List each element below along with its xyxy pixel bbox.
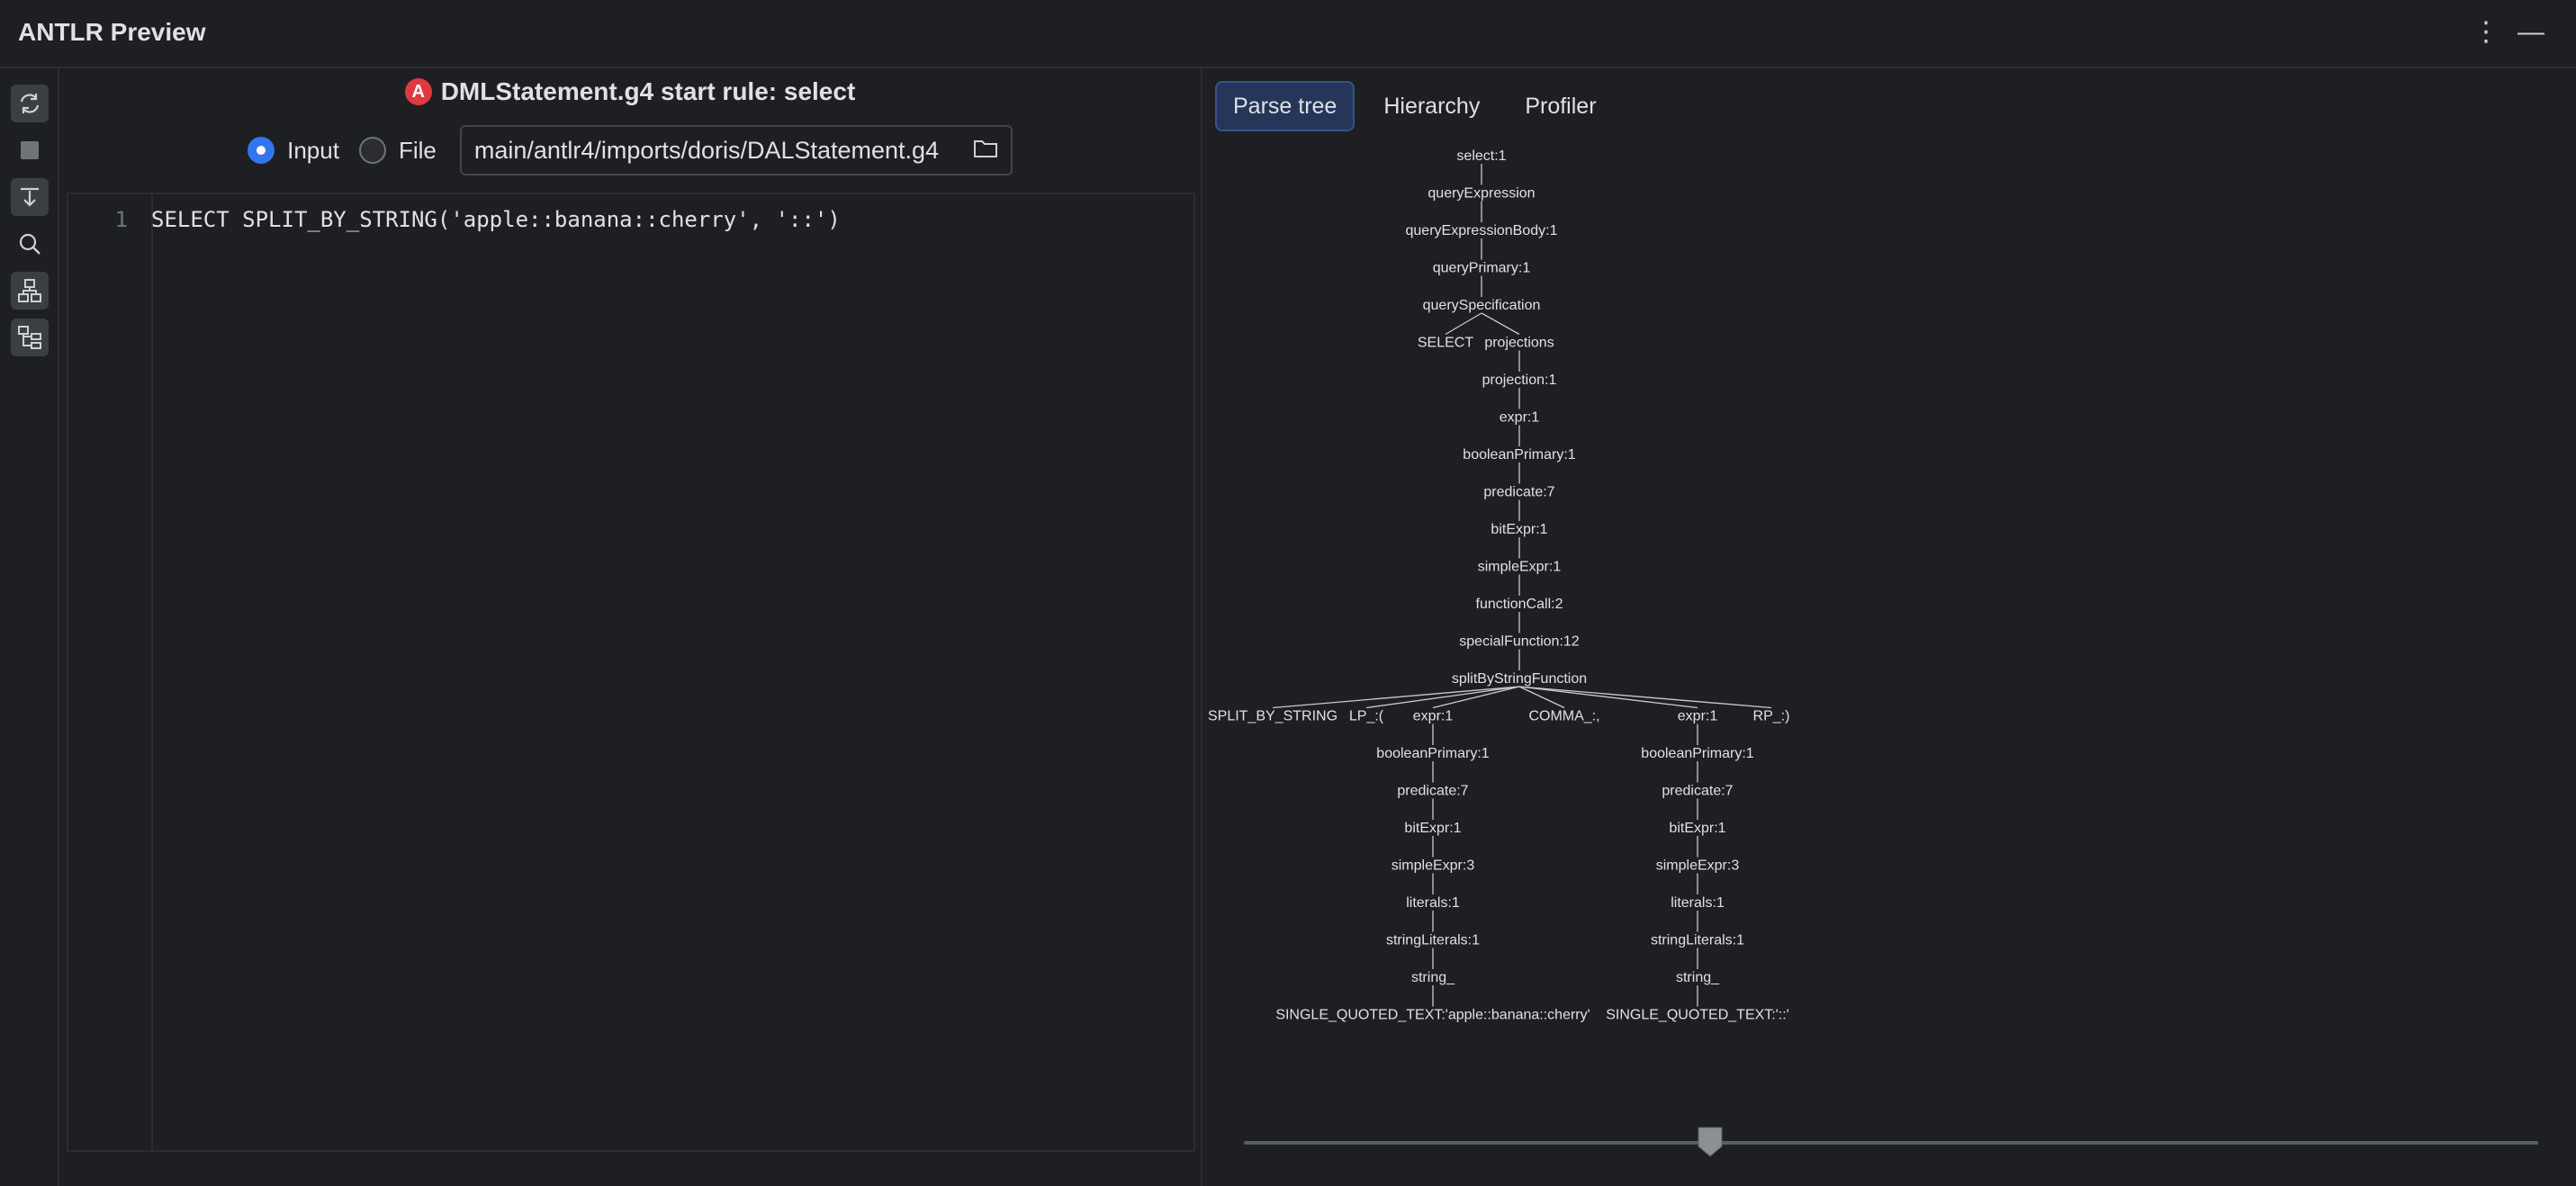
code-editor[interactable]: 1 SELECT SPLIT_BY_STRING('apple::banana:… [67,193,1195,1152]
line-gutter: 1 [68,194,153,1150]
tree-node[interactable]: predicate:7 [1483,485,1554,500]
title-bar: ANTLR Preview ⋮ — [0,0,2576,68]
search-icon[interactable] [11,225,49,263]
tree-node[interactable]: expr:1 [1413,709,1454,724]
tab-hierarchy[interactable]: Hierarchy [1367,81,1496,131]
tree-node[interactable]: bitExpr:1 [1669,821,1725,836]
export-icon[interactable] [11,178,49,216]
tree-node[interactable]: predicate:7 [1662,784,1733,799]
tree-icon[interactable] [11,319,49,356]
file-radio[interactable] [358,137,386,164]
file-path-text[interactable]: main/antlr4/imports/doris/DALStatement.g… [474,137,962,165]
tab-profiler[interactable]: Profiler [1509,81,1612,131]
tree-node[interactable]: literals:1 [1671,895,1725,911]
tree-node[interactable]: bitExpr:1 [1491,522,1547,537]
code-line[interactable]: SELECT SPLIT_BY_STRING('apple::banana::c… [151,207,841,232]
parse-tree-graph[interactable]: select:1 queryExpression queryExpressionBo… [1204,144,2576,1116]
tree-node[interactable]: queryExpressionBody:1 [1406,223,1558,238]
input-radio-label[interactable]: Input [287,137,339,165]
tree-node[interactable]: queryPrimary:1 [1433,261,1531,276]
zoom-slider-track[interactable] [1244,1141,2538,1145]
tree-node[interactable]: splitByStringFunction [1452,671,1587,687]
tree-node[interactable]: querySpecification [1423,298,1541,313]
tree-node[interactable]: expr:1 [1678,709,1718,724]
tree-node[interactable]: SINGLE_QUOTED_TEXT:'::' [1606,1008,1789,1023]
hierarchy-icon[interactable] [11,272,49,310]
tree-node[interactable]: queryExpression [1428,186,1535,202]
refresh-icon[interactable] [11,85,49,122]
minimize-icon[interactable]: — [2511,13,2551,52]
file-radio-label[interactable]: File [399,137,437,165]
tree-node[interactable]: booleanPrimary:1 [1463,447,1576,463]
tree-node[interactable]: projections [1484,336,1554,351]
source-selector: Input File main/antlr4/imports/doris/DAL… [59,119,1201,182]
input-radio[interactable] [248,137,275,164]
tree-node[interactable]: expr:1 [1500,410,1540,426]
tree-node[interactable]: specialFunction:12 [1459,634,1580,650]
tree-node[interactable]: predicate:7 [1397,784,1468,799]
tree-node[interactable]: SELECT [1418,336,1473,351]
tree-node[interactable]: stringLiterals:1 [1386,933,1480,948]
zoom-slider-thumb[interactable] [1698,1127,1723,1157]
stop-icon[interactable] [11,131,49,169]
folder-icon[interactable] [973,138,998,164]
view-tabs: Parse tree Hierarchy Profiler [1215,81,1613,131]
tree-node[interactable]: string_ [1411,970,1455,985]
tree-node[interactable]: booleanPrimary:1 [1376,746,1490,761]
tab-parse-tree[interactable]: Parse tree [1215,81,1356,131]
parse-tree-panel: Parse tree Hierarchy Profiler select:1 qu… [1204,68,2576,1186]
tree-edge [1481,312,1520,336]
tree-node[interactable]: SINGLE_QUOTED_TEXT:'apple::banana::cherr… [1275,1008,1590,1023]
tree-node[interactable]: COMMA_:, [1528,709,1599,724]
file-path-field[interactable]: main/antlr4/imports/doris/DALStatement.g… [459,125,1013,175]
grammar-label: DMLStatement.g4 start rule: select [440,77,856,105]
window-title: ANTLR Preview [18,18,206,46]
tree-node[interactable]: simpleExpr:3 [1656,858,1740,874]
tree-node[interactable]: bitExpr:1 [1404,821,1461,836]
tree-node[interactable]: simpleExpr:3 [1392,858,1475,874]
tree-edge [1272,686,1520,709]
tree-node[interactable]: LP_:( [1349,709,1384,724]
tree-edge [1518,686,1698,709]
tree-edge [1445,312,1482,336]
tree-node[interactable]: select:1 [1456,148,1506,164]
tree-node[interactable]: simpleExpr:1 [1478,560,1562,575]
tree-node[interactable]: SPLIT_BY_STRING [1208,709,1338,724]
tree-node[interactable]: string_ [1676,970,1720,985]
tree-node[interactable]: stringLiterals:1 [1651,933,1744,948]
antlr-icon: A [404,78,432,105]
tree-node[interactable]: projection:1 [1482,373,1557,388]
tree-node[interactable]: functionCall:2 [1476,597,1563,612]
tree-node[interactable]: RP_:) [1753,709,1790,724]
tree-node[interactable]: literals:1 [1406,895,1460,911]
input-panel: A DMLStatement.g4 start rule: select Inp… [59,68,1201,1186]
more-options-icon[interactable]: ⋮ [2466,13,2506,52]
line-number: 1 [114,207,128,232]
tree-node[interactable]: booleanPrimary:1 [1641,746,1754,761]
left-toolbar [0,68,59,1186]
grammar-header: A DMLStatement.g4 start rule: select [59,68,1201,115]
panel-divider[interactable] [1201,68,1202,1186]
